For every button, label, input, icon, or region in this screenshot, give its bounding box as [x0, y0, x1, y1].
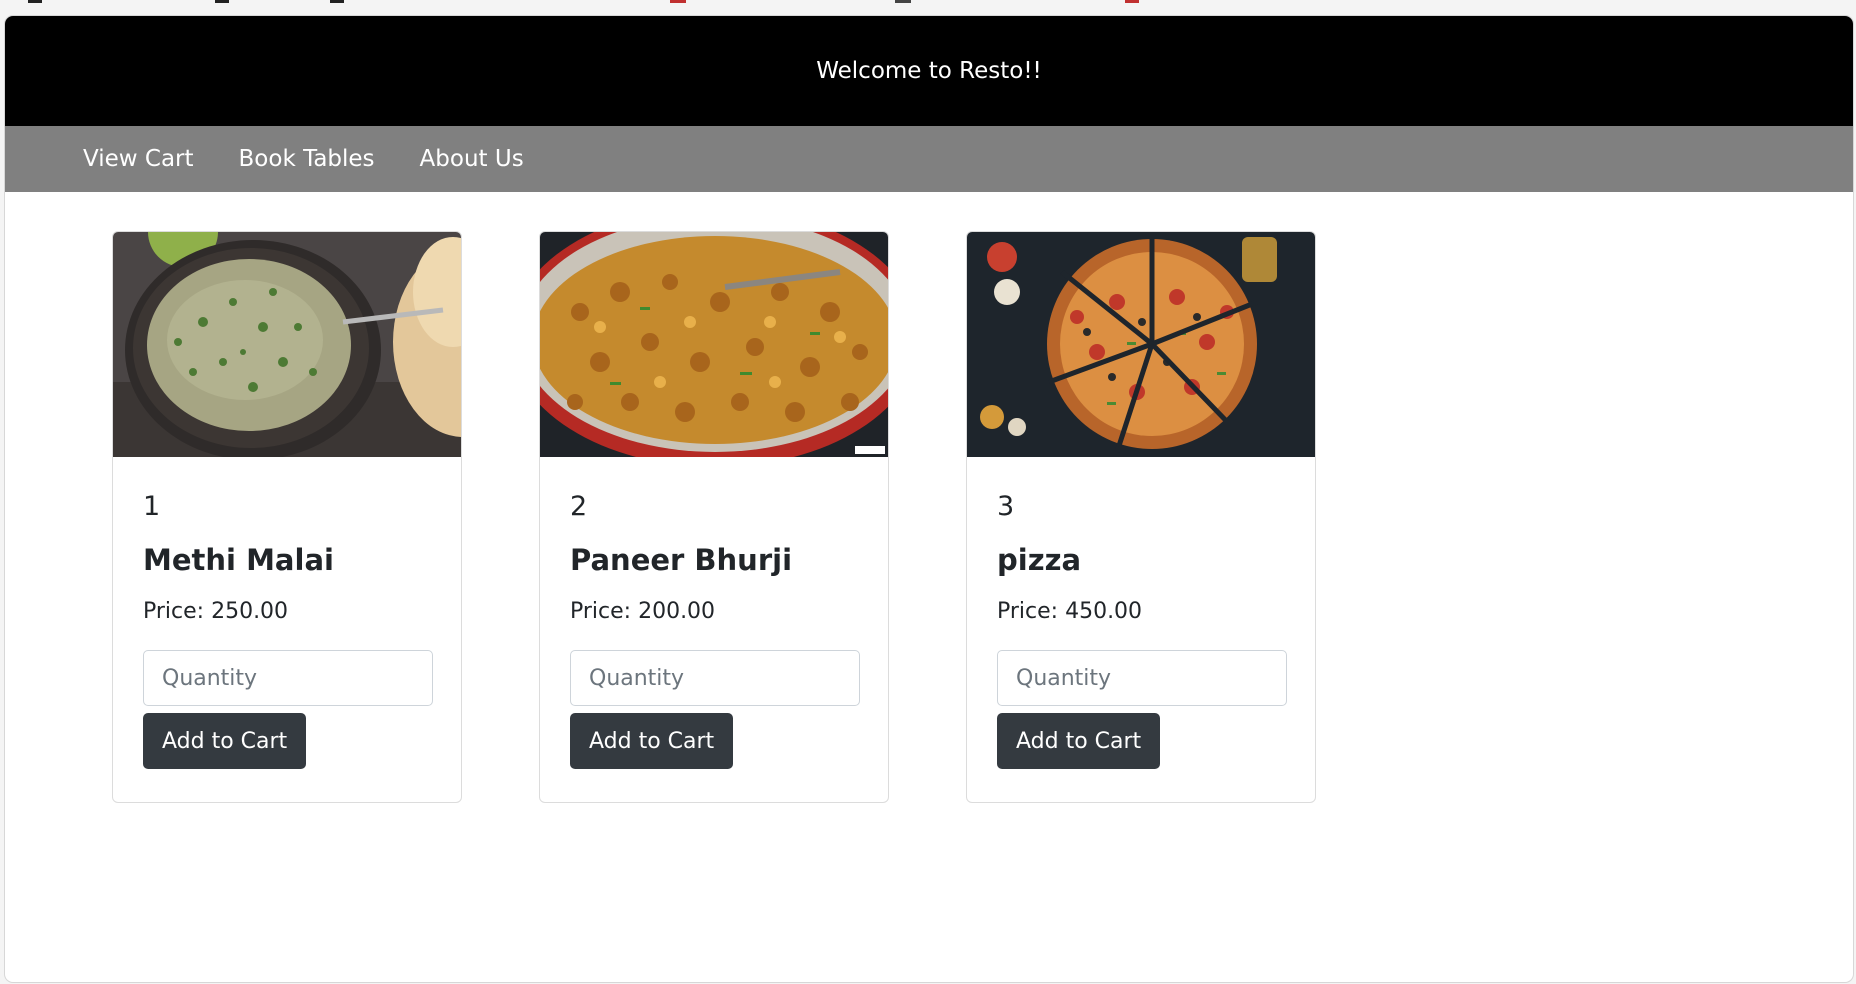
add-to-cart-button[interactable]: Add to Cart — [570, 713, 734, 769]
strip-mark — [670, 0, 686, 3]
browser-top-strip — [0, 0, 1856, 16]
site-title: Welcome to Resto!! — [816, 58, 1042, 84]
item-price: Price: 250.00 — [143, 599, 289, 624]
browser-viewport: Welcome to Resto!! View Cart Book Tables… — [5, 16, 1853, 982]
menu-card-body: 3 pizza Price: 450.00 Add to Cart — [967, 457, 1315, 769]
item-id: 2 — [570, 491, 588, 522]
nav-view-cart[interactable]: View Cart — [83, 146, 194, 172]
menu-card-body: 1 Methi Malai Price: 250.00 Add to Cart — [113, 457, 461, 769]
strip-mark — [28, 0, 42, 3]
strip-mark — [215, 0, 229, 3]
menu-card: 2 Paneer Bhurji Price: 200.00 Add to Car… — [539, 231, 889, 803]
nav-about-us[interactable]: About Us — [420, 146, 524, 172]
paneer-bhurji-image — [540, 232, 888, 457]
add-to-cart-button[interactable]: Add to Cart — [997, 713, 1161, 769]
menu-card-body: 2 Paneer Bhurji Price: 200.00 Add to Car… — [540, 457, 888, 769]
menu-card: 3 pizza Price: 450.00 Add to Cart — [966, 231, 1316, 803]
item-price: Price: 450.00 — [997, 599, 1143, 624]
strip-mark — [895, 0, 911, 3]
menu-card: 1 Methi Malai Price: 250.00 Add to Cart — [112, 231, 462, 803]
methi-malai-image — [113, 232, 461, 457]
quantity-input[interactable] — [997, 650, 1287, 706]
main-nav: View Cart Book Tables About Us — [5, 126, 1853, 192]
add-to-cart-button[interactable]: Add to Cart — [143, 713, 307, 769]
strip-mark — [330, 0, 344, 3]
quantity-input[interactable] — [570, 650, 860, 706]
item-name: pizza — [997, 543, 1082, 577]
nav-book-tables[interactable]: Book Tables — [239, 146, 375, 172]
item-id: 1 — [143, 491, 161, 522]
item-name: Paneer Bhurji — [570, 543, 793, 577]
item-id: 3 — [997, 491, 1015, 522]
strip-mark — [1125, 0, 1139, 3]
item-price: Price: 200.00 — [570, 599, 716, 624]
menu-card-list: 1 Methi Malai Price: 250.00 Add to Cart — [112, 231, 1393, 803]
quantity-input[interactable] — [143, 650, 433, 706]
item-name: Methi Malai — [143, 543, 334, 577]
site-header: Welcome to Resto!! — [5, 16, 1853, 126]
pizza-image — [967, 232, 1315, 457]
